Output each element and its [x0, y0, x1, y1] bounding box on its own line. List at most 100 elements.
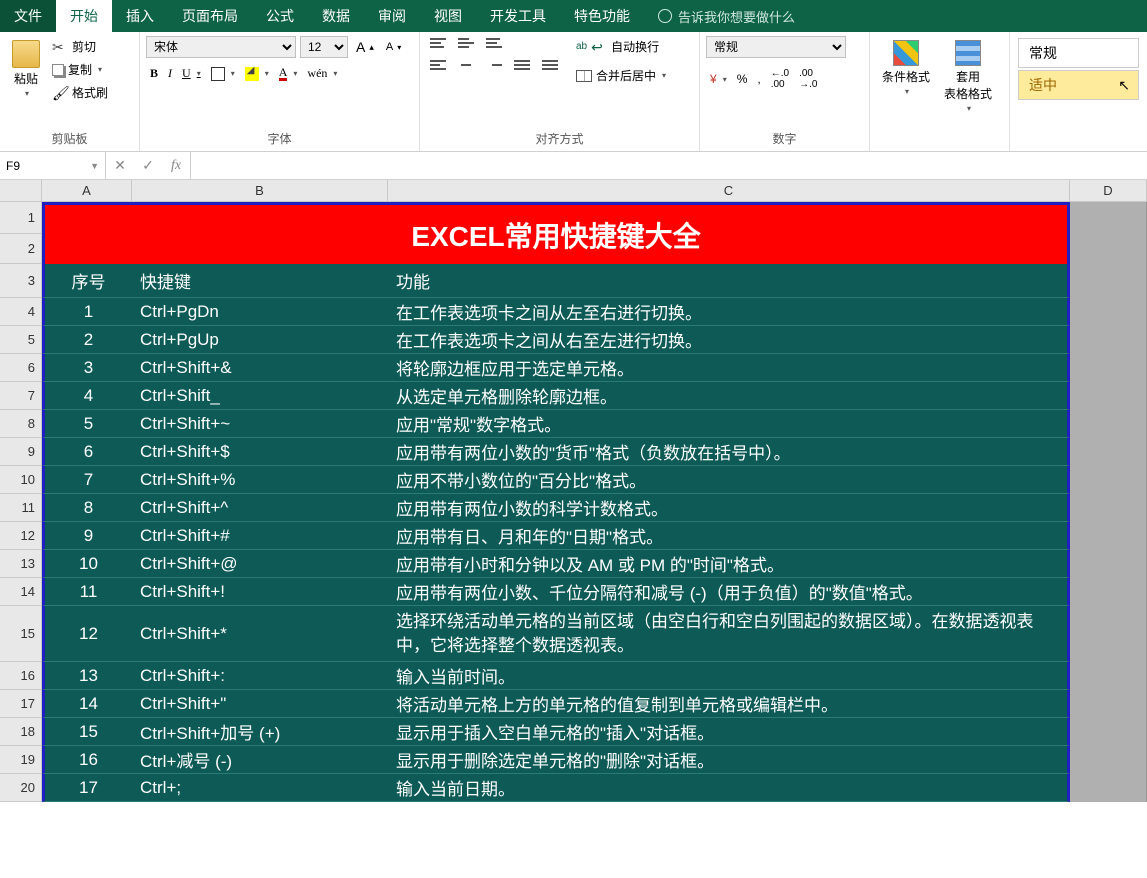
- chevron-down-icon: ▾: [662, 71, 666, 80]
- fill-color-button[interactable]: ▾: [241, 65, 273, 83]
- number-format-select[interactable]: 常规: [706, 36, 846, 58]
- chevron-down-icon: ▾: [905, 87, 909, 96]
- cf-label: 条件格式: [882, 68, 930, 85]
- column-header[interactable]: A: [42, 180, 132, 202]
- conditional-format-icon: [893, 40, 919, 66]
- bold-button[interactable]: B: [146, 64, 162, 83]
- chevron-down-icon: ▾: [333, 69, 337, 78]
- underline-button[interactable]: U▾: [178, 64, 205, 83]
- wrap-icon: [591, 39, 607, 55]
- align-middle-icon: [458, 38, 474, 48]
- decrease-font-button[interactable]: A▾: [382, 39, 405, 55]
- align-center-button[interactable]: [454, 58, 478, 72]
- menu-bar: 文件 开始 插入 页面布局 公式 数据 审阅 视图 开发工具 特色功能 告诉我你…: [0, 0, 1147, 32]
- font-size-select[interactable]: 12: [300, 36, 348, 58]
- tab-view[interactable]: 视图: [420, 0, 476, 32]
- phonetic-label: wén: [307, 66, 327, 81]
- column-header[interactable]: D: [1070, 180, 1147, 202]
- merge-center-button[interactable]: 合并后居中 ▾: [572, 65, 670, 86]
- group-number: 常规 ¥▾ % , ←.0.00 .00→.0 数字: [700, 32, 870, 151]
- group-font: 宋体 12 A▴ A▾ B I U▾ ▾ ▾ A▾ wén ▾ 字体: [140, 32, 420, 151]
- formula-enter-button[interactable]: ✓: [134, 157, 162, 174]
- name-box[interactable]: F9 ▼: [0, 152, 106, 179]
- border-button[interactable]: ▾: [207, 65, 239, 83]
- tab-home[interactable]: 开始: [56, 0, 112, 32]
- name-box-value: F9: [6, 159, 20, 173]
- table-format-button[interactable]: 套用 表格格式▾: [938, 36, 998, 117]
- wrap-text-button[interactable]: ab自动换行: [572, 36, 670, 57]
- font-name-select[interactable]: 宋体: [146, 36, 296, 58]
- chevron-down-icon: ▾: [265, 69, 269, 78]
- wrap-label: 自动换行: [611, 38, 659, 55]
- formula-input[interactable]: [191, 152, 1147, 179]
- font-group-label: 字体: [146, 128, 413, 149]
- phonetic-button[interactable]: wén ▾: [303, 64, 341, 83]
- align-left-button[interactable]: [426, 58, 450, 72]
- indent-dec-icon: [514, 60, 530, 70]
- style-good[interactable]: 适中 ↖: [1018, 70, 1139, 100]
- comma-button[interactable]: ,: [753, 70, 764, 88]
- tab-insert[interactable]: 插入: [112, 0, 168, 32]
- scissors-icon: [52, 39, 68, 55]
- cut-label: 剪切: [72, 38, 96, 55]
- decrease-decimal-button[interactable]: .00→.0: [795, 66, 821, 92]
- indent-increase-button[interactable]: [538, 58, 562, 72]
- grid[interactable]: ABCD1EXCEL常用快捷键大全23序号快捷键功能41Ctrl+PgDn在工作…: [0, 180, 1147, 802]
- chevron-down-icon: ▾: [293, 69, 297, 78]
- copy-button[interactable]: 复制▾: [48, 59, 112, 80]
- formula-cancel-button[interactable]: ✕: [106, 157, 134, 174]
- increase-decimal-button[interactable]: ←.0.00: [767, 66, 793, 92]
- styles-group-label: [876, 145, 1003, 149]
- tab-data[interactable]: 数据: [308, 0, 364, 32]
- bulb-icon: [658, 9, 672, 23]
- cut-button[interactable]: 剪切: [48, 36, 112, 57]
- align-left-icon: [430, 60, 446, 70]
- merge-label: 合并后居中: [596, 67, 656, 84]
- brush-label: 格式刷: [72, 84, 108, 101]
- chevron-down-icon: ▼: [90, 161, 99, 171]
- style-good-label: 适中: [1029, 77, 1057, 93]
- ribbon: 粘贴 ▾ 剪切 复制▾ 格式刷 剪贴板 宋体 12 A▴ A▾ B I U▾ ▾ …: [0, 32, 1147, 152]
- style-normal[interactable]: 常规: [1018, 38, 1139, 68]
- tab-page-layout[interactable]: 页面布局: [168, 0, 252, 32]
- align-middle-button[interactable]: [454, 36, 478, 50]
- number-group-label: 数字: [706, 128, 863, 149]
- copy-icon: [52, 64, 64, 76]
- column-header[interactable]: B: [132, 180, 388, 202]
- tab-formulas[interactable]: 公式: [252, 0, 308, 32]
- conditional-format-button[interactable]: 条件格式 ▾: [876, 36, 936, 100]
- align-right-button[interactable]: [482, 58, 506, 72]
- tab-review[interactable]: 审阅: [364, 0, 420, 32]
- clipboard-group-label: 剪贴板: [6, 128, 133, 149]
- formula-bar: F9 ▼ ✕ ✓ fx: [0, 152, 1147, 180]
- group-alignment: ab自动换行 合并后居中 ▾ 对齐方式: [420, 32, 700, 151]
- increase-font-button[interactable]: A▴: [352, 37, 378, 57]
- column-header[interactable]: C: [388, 180, 1070, 202]
- align-bottom-icon: [486, 38, 502, 48]
- merge-icon: [576, 70, 592, 82]
- tab-developer[interactable]: 开发工具: [476, 0, 560, 32]
- align-top-button[interactable]: [426, 36, 450, 50]
- format-painter-button[interactable]: 格式刷: [48, 82, 112, 103]
- chevron-down-icon: ▾: [231, 69, 235, 78]
- indent-decrease-button[interactable]: [510, 58, 534, 72]
- tell-me[interactable]: 告诉我你想要做什么: [644, 0, 809, 32]
- align-bottom-button[interactable]: [482, 36, 506, 50]
- insert-function-button[interactable]: fx: [162, 158, 190, 174]
- percent-button[interactable]: %: [733, 70, 752, 88]
- paste-button[interactable]: 粘贴 ▾: [6, 36, 46, 102]
- tab-special[interactable]: 特色功能: [560, 0, 644, 32]
- tab-file[interactable]: 文件: [0, 0, 56, 32]
- chevron-down-icon: ▾: [25, 89, 29, 98]
- cursor-icon: ↖: [1118, 77, 1130, 94]
- align-group-label: 对齐方式: [426, 128, 693, 149]
- chevron-down-icon: ▾: [723, 75, 727, 84]
- chevron-down-icon: ▾: [98, 65, 102, 74]
- font-color-button[interactable]: A▾: [275, 64, 302, 83]
- group-styles: 条件格式 ▾ 套用 表格格式▾: [870, 32, 1010, 151]
- currency-button[interactable]: ¥▾: [706, 70, 731, 88]
- sheet-title: EXCEL常用快捷键大全: [42, 202, 1070, 264]
- paste-label: 粘贴: [14, 70, 38, 87]
- group-cell-styles: 常规 适中 ↖: [1010, 32, 1147, 151]
- italic-button[interactable]: I: [164, 64, 176, 83]
